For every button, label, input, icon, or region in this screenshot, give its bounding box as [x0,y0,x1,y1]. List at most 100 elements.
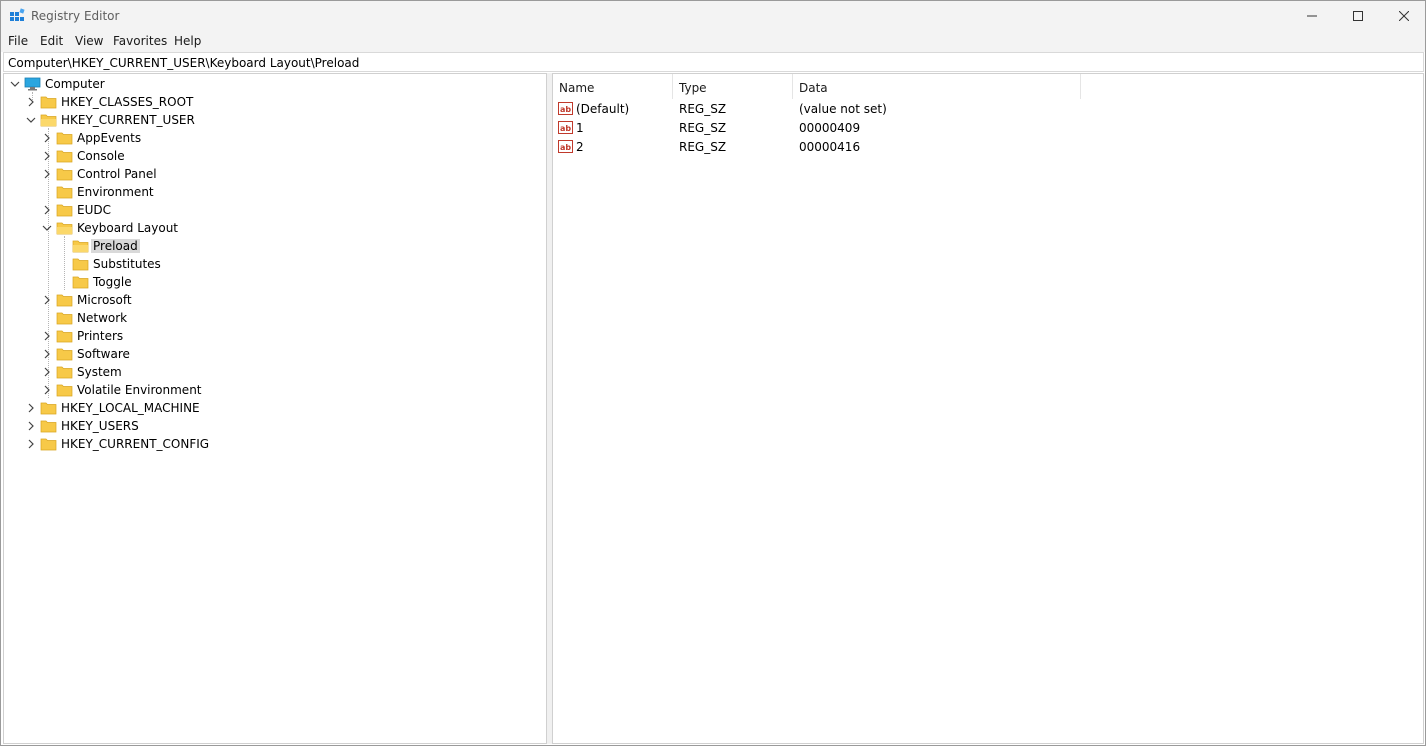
address-path[interactable]: Computer\HKEY_CURRENT_USER\Keyboard Layo… [8,56,359,70]
tree-item-environment[interactable]: Environment [4,183,544,201]
chevron-right-icon[interactable] [42,168,52,180]
tree-item-substitutes[interactable]: Substitutes [4,255,544,273]
tree-item-label: Keyboard Layout [77,221,179,235]
tree-item-label: Control Panel [77,167,157,181]
chevron-right-icon[interactable] [42,384,52,396]
column-header-label: Data [799,81,828,95]
value-row-default[interactable]: ab (Default) REG_SZ (value not set) [553,100,1423,119]
tree-item-eudc[interactable]: EUDC [4,201,544,219]
tree-item-hkey-current-user[interactable]: HKEY_CURRENT_USER [4,111,544,129]
tree-item-label: Toggle [93,275,132,289]
chevron-right-icon[interactable] [26,438,36,450]
tree-item-toggle[interactable]: Toggle [4,273,544,291]
value-type: REG_SZ [679,102,727,116]
tree-item-network[interactable]: Network [4,309,544,327]
string-value-icon: ab [558,140,573,153]
chevron-down-icon[interactable] [42,222,52,234]
maximize-button[interactable] [1335,1,1381,31]
chevron-down-icon[interactable] [26,114,36,126]
key-tree-pane[interactable]: Computer HKEY_CLASSES_ROOT HKEY_CURRENT_… [3,73,547,744]
chevron-right-icon[interactable] [26,96,36,108]
folder-icon [56,204,73,217]
tree-item-label: HKEY_USERS [61,419,139,433]
tree-item-console[interactable]: Console [4,147,544,165]
tree-item-label: AppEvents [77,131,142,145]
chevron-right-icon[interactable] [42,150,52,162]
chevron-right-icon[interactable] [42,366,52,378]
close-icon [1399,11,1409,21]
chevron-right-icon[interactable] [42,294,52,306]
tree-item-label-selected: Preload [91,239,140,253]
title-bar[interactable]: Registry Editor [1,1,1425,31]
folder-icon [56,312,73,325]
registry-editor-window: Registry Editor File Edit View Favorites… [0,0,1426,746]
chevron-right-icon[interactable] [26,420,36,432]
folder-icon [56,384,73,397]
chevron-right-icon[interactable] [42,132,52,144]
computer-icon [24,77,41,91]
tree-item-hkey-local-machine[interactable]: HKEY_LOCAL_MACHINE [4,399,544,417]
folder-icon [56,132,73,145]
value-name: 2 [576,140,584,154]
tree-item-label: HKEY_LOCAL_MACHINE [61,401,200,415]
tree-item-label: HKEY_CURRENT_CONFIG [61,437,210,451]
minimize-icon [1307,15,1317,17]
column-header-data[interactable]: Data [793,74,1081,99]
chevron-right-icon[interactable] [42,330,52,342]
chevron-right-icon[interactable] [26,402,36,414]
folder-open-icon [72,240,89,253]
column-header-label: Name [559,81,595,95]
tree-item-hkey-users[interactable]: HKEY_USERS [4,417,544,435]
folder-icon [56,294,73,307]
folder-icon [72,258,89,271]
menu-view[interactable]: View [75,34,103,48]
value-type: REG_SZ [679,140,727,154]
chevron-right-icon[interactable] [42,204,52,216]
tree-item-label: HKEY_CURRENT_USER [61,113,195,127]
tree-item-label: Substitutes [93,257,161,271]
menu-bar: File Edit View Favorites Help [1,31,1425,52]
chevron-right-icon[interactable] [42,348,52,360]
folder-icon [40,438,57,451]
close-button[interactable] [1381,1,1426,31]
tree-item-label: Microsoft [77,293,132,307]
tree-item-microsoft[interactable]: Microsoft [4,291,544,309]
column-header-type[interactable]: Type [673,74,793,99]
tree-item-hkey-classes-root[interactable]: HKEY_CLASSES_ROOT [4,93,544,111]
folder-icon [72,276,89,289]
menu-edit[interactable]: Edit [40,34,63,48]
value-data: 00000416 [799,140,861,154]
tree-item-appevents[interactable]: AppEvents [4,129,544,147]
address-bar[interactable]: Computer\HKEY_CURRENT_USER\Keyboard Layo… [3,52,1424,72]
value-row-1[interactable]: ab 1 REG_SZ 00000409 [553,119,1423,138]
tree-item-preload[interactable]: Preload [4,237,544,255]
value-row-2[interactable]: ab 2 REG_SZ 00000416 [553,138,1423,157]
tree-item-volatile-environment[interactable]: Volatile Environment [4,381,544,399]
column-header-label: Type [679,81,707,95]
menu-favorites[interactable]: Favorites [113,34,167,48]
string-value-icon: ab [558,121,573,134]
tree-item-keyboard-layout[interactable]: Keyboard Layout [4,219,544,237]
value-data: (value not set) [799,102,887,116]
values-list-pane[interactable]: Name Type Data ab (Default) REG_SZ (valu… [552,73,1424,744]
tree-item-computer[interactable]: Computer [4,75,544,93]
tree-item-label: Computer [45,77,105,91]
menu-help[interactable]: Help [174,34,201,48]
tree-item-software[interactable]: Software [4,345,544,363]
minimize-button[interactable] [1289,1,1335,31]
menu-file[interactable]: File [8,34,28,48]
tree-item-hkey-current-config[interactable]: HKEY_CURRENT_CONFIG [4,435,544,453]
tree-item-label: Printers [77,329,124,343]
tree-item-label: Network [77,311,128,325]
folder-icon [56,330,73,343]
tree-item-printers[interactable]: Printers [4,327,544,345]
tree-item-control-panel[interactable]: Control Panel [4,165,544,183]
tree-item-system[interactable]: System [4,363,544,381]
column-header-name[interactable]: Name [553,74,673,99]
tree-item-label: HKEY_CLASSES_ROOT [61,95,194,109]
tree-item-label: System [77,365,122,379]
value-type: REG_SZ [679,121,727,135]
window-title: Registry Editor [31,9,120,23]
folder-icon [56,348,73,361]
chevron-down-icon[interactable] [10,78,20,90]
